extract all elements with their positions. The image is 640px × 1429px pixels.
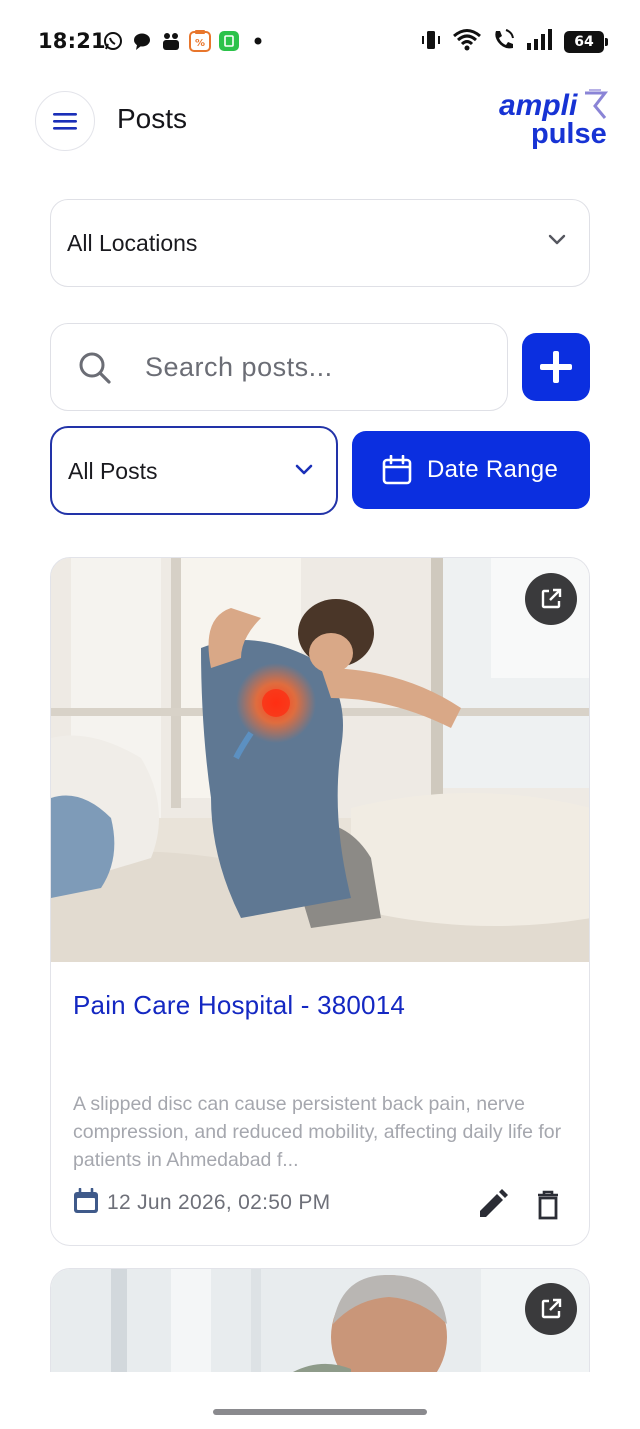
amplipulse-logo: ampli pulse: [497, 88, 611, 150]
location-select-value: All Locations: [67, 229, 198, 256]
bottom-area: [0, 1372, 640, 1429]
home-indicator[interactable]: [213, 1409, 427, 1415]
status-bar: 18:21 % 64: [0, 0, 640, 84]
battery-icon: 64: [564, 31, 608, 53]
date-range-label: Date Range: [427, 456, 559, 483]
signal-icon: [526, 28, 554, 56]
search-input[interactable]: Search posts...: [50, 323, 508, 411]
svg-text:%: %: [195, 38, 205, 49]
add-post-button[interactable]: [522, 333, 590, 401]
wifi-icon: [452, 28, 482, 56]
calendar-icon: [73, 1187, 99, 1218]
page-title: Posts: [117, 103, 188, 134]
wifi-call-icon: [492, 28, 516, 56]
open-external-button[interactable]: [525, 573, 577, 625]
post-type-select[interactable]: All Posts: [50, 426, 338, 515]
chevron-down-icon: [547, 232, 567, 251]
post-card[interactable]: Pain Care Hospital - 380014 A slipped di…: [50, 557, 590, 1246]
calculator-icon: [218, 30, 240, 52]
post-date: 12 Jun 2026, 02:50 PM: [73, 1187, 331, 1218]
date-range-button[interactable]: Date Range: [352, 431, 590, 509]
post-card[interactable]: [50, 1268, 590, 1372]
offer-icon: %: [189, 30, 211, 52]
post-title[interactable]: Pain Care Hospital - 380014: [73, 990, 405, 1021]
post-image: [51, 1269, 589, 1372]
post-description: A slipped disc can cause persistent back…: [73, 1093, 562, 1171]
menu-button[interactable]: [35, 91, 95, 151]
status-time: 18:21: [38, 29, 106, 53]
location-select[interactable]: All Locations: [50, 199, 590, 287]
plus-icon: [540, 351, 572, 383]
logo-pulse-mark: [585, 89, 609, 119]
delete-post-button[interactable]: [531, 1188, 565, 1222]
calendar-icon: [382, 454, 412, 489]
system-icons: 64: [420, 28, 608, 56]
post-image: [51, 558, 589, 962]
open-external-icon: [541, 1298, 562, 1319]
hamburger-icon: [53, 113, 77, 130]
open-external-icon: [541, 588, 562, 609]
notification-icons: %: [102, 30, 269, 52]
chat-icon: [131, 30, 153, 52]
search-placeholder: Search posts...: [145, 352, 333, 382]
edit-post-button[interactable]: [475, 1188, 509, 1222]
logo-line2: pulse: [531, 118, 607, 150]
vibrate-icon: [420, 28, 442, 56]
post-date-text: 12 Jun 2026, 02:50 PM: [107, 1191, 331, 1214]
trash-icon: [538, 1190, 558, 1220]
dot-icon: [247, 30, 269, 52]
search-icon: [77, 350, 113, 390]
whatsapp-icon: [102, 30, 124, 52]
open-external-button[interactable]: [525, 1283, 577, 1335]
pencil-icon: [480, 1189, 508, 1217]
app-icon: [160, 30, 182, 52]
post-type-value: All Posts: [68, 458, 158, 484]
chevron-down-icon: [294, 462, 314, 481]
